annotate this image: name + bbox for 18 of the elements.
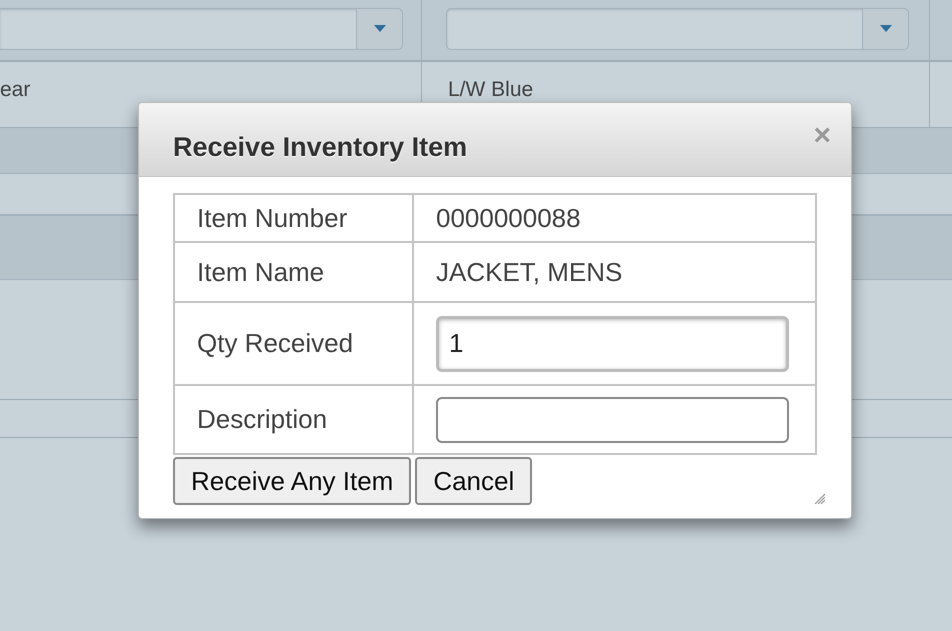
resize-handle-icon xyxy=(813,492,825,504)
field-label: Item Number xyxy=(197,202,348,232)
cancel-button[interactable]: Cancel xyxy=(415,457,532,505)
caret-icon xyxy=(880,25,892,33)
input-field[interactable] xyxy=(436,396,789,442)
table-cell: L/W Blue xyxy=(448,78,534,101)
receive-button[interactable]: Receive Any Item xyxy=(173,457,412,505)
field-label: Qty Received xyxy=(197,328,354,358)
input-field[interactable]: 1 xyxy=(436,316,789,372)
table-cell: ear xyxy=(0,78,30,101)
field-label: Description xyxy=(197,404,328,434)
caret-icon xyxy=(374,25,386,33)
field-value: 0000000088 xyxy=(436,202,581,232)
dialog-title: Receive Inventory Item xyxy=(173,131,468,164)
dropdown[interactable] xyxy=(446,8,909,50)
field-label: Item Name xyxy=(197,256,324,286)
field-value: JACKET, MENS xyxy=(436,256,622,286)
dropdown[interactable] xyxy=(0,8,403,50)
